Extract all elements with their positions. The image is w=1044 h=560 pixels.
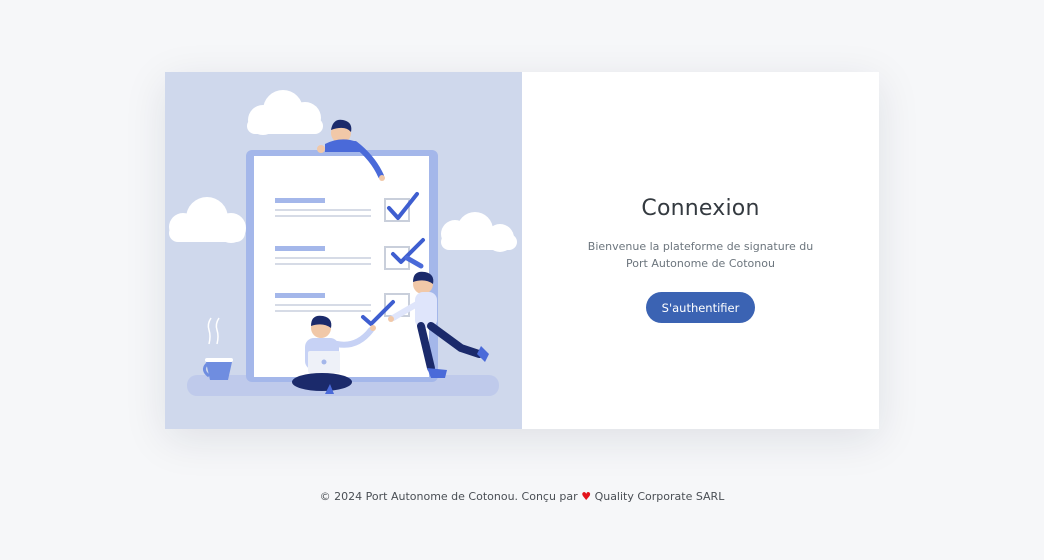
welcome-message: Bienvenue la plateforme de signature du … [587,240,814,270]
authenticate-button[interactable]: S'authentifier [646,292,755,323]
checklist-illustration [169,90,517,396]
illustration-panel [165,72,522,429]
heart-icon: ♥ [581,490,592,503]
login-panel: Connexion Bienvenue la plateforme de sig… [522,72,879,429]
coffee-cup-icon [202,317,233,380]
footer-copyright: © 2024 Port Autonome de Cotonou. Conçu p… [319,490,578,503]
footer: © 2024 Port Autonome de Cotonou. Conçu p… [0,490,1044,503]
cloud-top [247,90,323,135]
footer-company: Quality Corporate SARL [594,490,725,503]
login-card: Connexion Bienvenue la plateforme de sig… [165,72,879,429]
login-title: Connexion [641,196,760,221]
cloud-right [441,212,517,252]
cloud-left [169,197,246,243]
